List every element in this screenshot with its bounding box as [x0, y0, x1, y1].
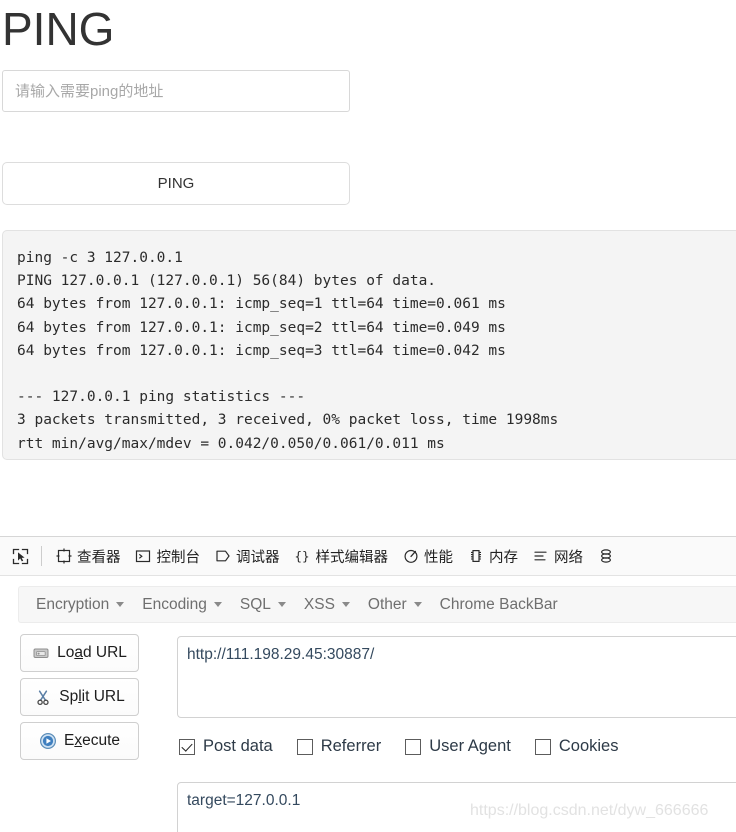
- network-icon: [532, 548, 549, 565]
- devtools-panel: 查看器 控制台 调试器 {} 样式编辑器 性能 内存 网络 Encryption…: [0, 536, 736, 832]
- console-icon: [135, 548, 152, 565]
- checkbox-post-data[interactable]: Post data: [179, 737, 273, 756]
- menu-label: XSS: [303, 595, 335, 613]
- chevron-down-icon: [413, 602, 422, 607]
- chevron-down-icon: [213, 602, 222, 607]
- post-data-textarea[interactable]: [177, 782, 736, 832]
- hackbar-menubar: Encryption Encoding SQL XSS Other Chrome…: [18, 586, 736, 623]
- toolbar-divider: [41, 546, 42, 566]
- checkbox-box[interactable]: [534, 738, 551, 755]
- hackbar-option-checkboxes: Post data Referrer User Agent Cookies: [179, 737, 643, 756]
- hackbar-menu-encryption[interactable]: Encryption: [27, 591, 133, 619]
- chevron-down-icon: [341, 602, 350, 607]
- devtools-tab-label: 查看器: [77, 549, 121, 566]
- hackbar-menu-chrome-backbar[interactable]: Chrome BackBar: [431, 591, 567, 619]
- hackbar-body: Load URL Split URL Execute http://111.19…: [0, 634, 736, 832]
- button-label: Execute: [63, 732, 120, 749]
- hackbar-panel: Encryption Encoding SQL XSS Other Chrome…: [0, 576, 736, 832]
- inspector-icon: [55, 548, 72, 565]
- debugger-icon: [214, 548, 231, 565]
- checkbox-box[interactable]: [179, 738, 195, 755]
- devtools-tab-label: 样式编辑器: [315, 549, 389, 566]
- devtools-tab-label: 网络: [554, 549, 583, 566]
- devtools-tab-storage[interactable]: [590, 537, 626, 575]
- load-url-button[interactable]: Load URL: [20, 634, 139, 672]
- checkbox-user-agent[interactable]: User Agent: [405, 737, 511, 756]
- devtools-tab-label: 内存: [489, 549, 518, 566]
- performance-icon: [402, 548, 419, 565]
- checkbox-box[interactable]: [296, 738, 313, 755]
- checkbox-cookies[interactable]: Cookies: [534, 737, 619, 756]
- hackbar-action-buttons: Load URL Split URL Execute: [20, 634, 140, 766]
- ping-web-page: PING PING ping -c 3 127.0.0.1 PING 127.0…: [0, 0, 736, 536]
- hackbar-menu-other[interactable]: Other: [359, 591, 431, 619]
- devtools-tab-console[interactable]: 控制台: [128, 537, 208, 575]
- checkbox-label: Post data: [203, 737, 273, 755]
- page-title: PING: [2, 3, 115, 55]
- button-label: Load URL: [57, 644, 127, 661]
- svg-text:{}: {}: [294, 548, 309, 563]
- menu-label: SQL: [239, 595, 271, 613]
- hackbar-menu-encoding[interactable]: Encoding: [133, 591, 231, 619]
- split-url-button[interactable]: Split URL: [20, 678, 139, 716]
- devtools-tab-debugger[interactable]: 调试器: [207, 537, 287, 575]
- checkbox-label: User Agent: [429, 737, 511, 755]
- devtools-tab-performance[interactable]: 性能: [395, 537, 460, 575]
- execute-button[interactable]: Execute: [20, 722, 139, 760]
- memory-icon: [467, 548, 484, 565]
- menu-label: Encoding: [142, 595, 207, 613]
- hackbar-menu-sql[interactable]: SQL: [231, 591, 295, 619]
- address-input[interactable]: [2, 70, 350, 112]
- load-url-icon: [32, 644, 50, 662]
- devtools-tab-label: 调试器: [236, 549, 280, 566]
- execute-icon: [39, 732, 57, 750]
- element-picker-icon[interactable]: [5, 543, 35, 569]
- chevron-down-icon: [277, 602, 286, 607]
- checkbox-label: Referrer: [320, 737, 382, 755]
- chevron-down-icon: [116, 602, 125, 607]
- url-textarea[interactable]: [177, 636, 736, 718]
- checkbox-referrer[interactable]: Referrer: [296, 737, 382, 756]
- menu-label: Encryption: [36, 595, 110, 613]
- checkbox-box[interactable]: [405, 738, 422, 755]
- split-url-icon: [34, 688, 52, 706]
- devtools-tab-network[interactable]: 网络: [525, 537, 590, 575]
- devtools-tab-style-editor[interactable]: {} 样式编辑器: [287, 537, 396, 575]
- ping-output-block: ping -c 3 127.0.0.1 PING 127.0.0.1 (127.…: [2, 230, 736, 460]
- menu-label: Chrome BackBar: [439, 595, 558, 613]
- hackbar-menu-xss[interactable]: XSS: [295, 591, 359, 619]
- button-label: Split URL: [59, 688, 125, 705]
- storage-icon: [597, 548, 614, 565]
- ping-submit-button[interactable]: PING: [2, 162, 350, 205]
- devtools-tabbar: 查看器 控制台 调试器 {} 样式编辑器 性能 内存 网络: [0, 537, 736, 576]
- checkbox-label: Cookies: [558, 737, 619, 755]
- style-editor-icon: {}: [294, 548, 311, 565]
- devtools-tab-memory[interactable]: 内存: [460, 537, 525, 575]
- menu-label: Other: [367, 595, 407, 613]
- devtools-tab-inspector[interactable]: 查看器: [48, 537, 128, 575]
- devtools-tab-label: 控制台: [156, 549, 201, 566]
- devtools-tab-label: 性能: [424, 549, 453, 566]
